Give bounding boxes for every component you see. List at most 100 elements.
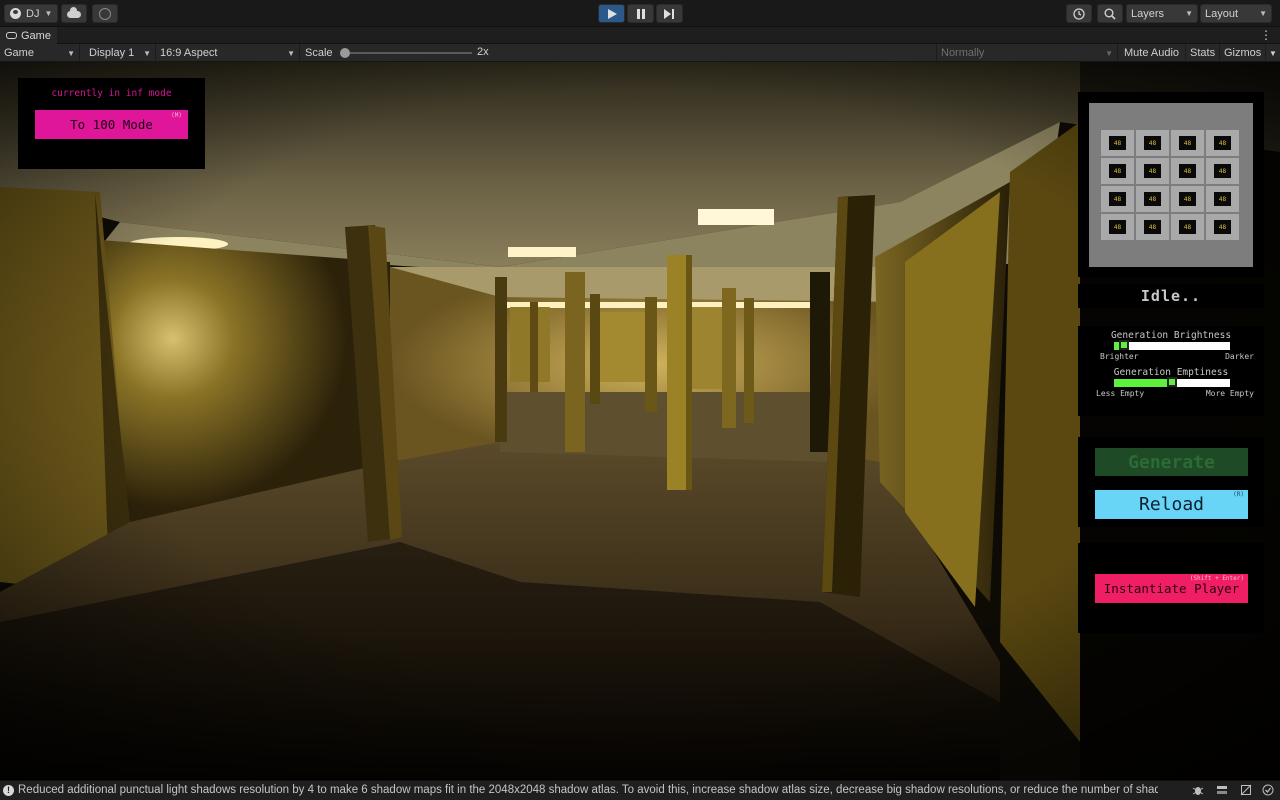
cloud-button[interactable] [61, 4, 87, 23]
minimap-panel: 48 48 48 48 48 48 48 48 48 48 48 48 48 48 48 48 [1078, 92, 1264, 277]
emptiness-slider-right-label: More Empty [1205, 389, 1254, 398]
generation-actions-panel: Generate Reload (R) [1078, 437, 1264, 527]
minimap-cell: 48 [1101, 214, 1134, 240]
mute-audio-toggle[interactable]: Mute Audio [1120, 44, 1186, 62]
minimap-cell-label: 48 [1179, 192, 1196, 206]
minimap-cell: 48 [1101, 158, 1134, 184]
minimap-cell-label: 48 [1144, 136, 1161, 150]
minimap-cell: 48 [1171, 158, 1204, 184]
kebab-menu-icon[interactable]: ⋮ [1260, 28, 1272, 42]
play-icon [607, 8, 617, 19]
gizmos-dropdown[interactable]: ▼ [1266, 44, 1280, 62]
scale-value: 2x [477, 46, 489, 58]
account-label: DJ [26, 7, 40, 20]
generate-button[interactable]: Generate [1095, 448, 1248, 476]
scale-label: Scale [305, 47, 333, 59]
minimap-cell: 48 [1206, 130, 1239, 156]
minimap-cell-label: 48 [1214, 136, 1231, 150]
console-status-bar[interactable]: ! Reduced additional punctual light shad… [0, 780, 1280, 800]
history-button[interactable] [1066, 4, 1092, 23]
instantiate-player-hint: (Shift + Enter) [1189, 575, 1244, 582]
generation-state: Idle.. [1078, 284, 1264, 308]
stats-toggle[interactable]: Stats [1186, 44, 1220, 62]
minimap-cell: 48 [1171, 130, 1204, 156]
chevron-down-icon: ▼ [287, 48, 295, 58]
warning-icon: ! [3, 785, 14, 796]
game-view-select[interactable]: Game ▼ [0, 44, 80, 62]
aspect-select-label: 16:9 Aspect [160, 47, 218, 59]
display-select[interactable]: Display 1 ▼ [85, 44, 156, 62]
layers-dropdown[interactable]: Layers ▼ [1126, 4, 1198, 23]
minimap: 48 48 48 48 48 48 48 48 48 48 48 48 48 48 48 48 [1089, 103, 1253, 267]
minimap-cell: 48 [1136, 214, 1169, 240]
scale-slider-track[interactable] [342, 52, 472, 54]
minimap-cell: 48 [1171, 186, 1204, 212]
brightness-slider-thumb[interactable] [1119, 340, 1129, 350]
gizmos-label: Gizmos [1224, 47, 1262, 59]
gamepad-icon [6, 32, 17, 39]
search-button[interactable] [1097, 4, 1123, 23]
reload-hint: (R) [1233, 491, 1244, 498]
layout-dropdown[interactable]: Layout ▼ [1200, 4, 1272, 23]
aspect-select[interactable]: 16:9 Aspect ▼ [156, 44, 300, 62]
collab-button[interactable] [92, 4, 118, 23]
pause-button[interactable] [627, 4, 654, 23]
window-tab-bar: Game ⋮ [0, 27, 1280, 44]
minimap-cell-label: 48 [1214, 220, 1231, 234]
minimap-cell: 48 [1206, 158, 1239, 184]
brightness-slider-title: Generation Brightness [1110, 330, 1232, 341]
check-icon[interactable] [1262, 784, 1274, 796]
step-button[interactable] [656, 4, 683, 23]
tab-game-label: Game [21, 29, 51, 42]
bug-icon[interactable] [1192, 784, 1204, 796]
generation-settings-panel: Generation Brightness Brighter Darker Ge… [1078, 326, 1264, 416]
minimap-grid: 48 48 48 48 48 48 48 48 48 48 48 48 48 48 48 48 [1101, 130, 1241, 240]
emptiness-slider-left-label: Less Empty [1096, 389, 1145, 398]
chevron-down-icon: ▼ [143, 48, 151, 58]
minimap-cell: 48 [1171, 214, 1204, 240]
player-panel: Instantiate Player (Shift + Enter) [1078, 543, 1264, 633]
collab-icon [99, 7, 111, 20]
gizmos-toggle[interactable]: Gizmos [1220, 44, 1266, 62]
emptiness-slider-fill [1114, 379, 1172, 387]
game-view-select-label: Game [4, 47, 34, 59]
search-icon [1104, 8, 1116, 20]
minimap-cell: 48 [1101, 186, 1134, 212]
stats-label: Stats [1190, 47, 1216, 59]
play-button[interactable] [598, 4, 625, 23]
scale-slider-thumb[interactable] [340, 48, 350, 58]
minimap-cell-label: 48 [1179, 164, 1196, 178]
minimap-cell-label: 48 [1109, 164, 1126, 178]
layout-label: Layout [1205, 7, 1239, 20]
game-viewport[interactable]: currently in inf mode To 100 Mode (M) 48… [0, 62, 1280, 780]
minimap-cell: 48 [1101, 130, 1134, 156]
minimap-cell: 48 [1136, 130, 1169, 156]
layers-icon[interactable] [1216, 784, 1228, 796]
tab-game[interactable]: Game [0, 27, 57, 44]
minimap-cell-label: 48 [1214, 164, 1231, 178]
emptiness-slider-track[interactable] [1114, 377, 1230, 387]
cloud-icon [67, 7, 81, 18]
minimap-cell: 48 [1136, 186, 1169, 212]
debug-icon[interactable] [1240, 784, 1252, 796]
play-mode-select[interactable]: Normally ▼ [936, 44, 1118, 62]
to-100-mode-hint: (M) [171, 112, 182, 119]
brightness-slider-track[interactable] [1114, 340, 1230, 350]
minimap-cell: 48 [1136, 158, 1169, 184]
brightness-slider-group: Generation Brightness Brighter Darker [1078, 330, 1264, 366]
emptiness-slider-thumb[interactable] [1167, 377, 1177, 387]
minimap-cell: 48 [1206, 186, 1239, 212]
account-dropdown[interactable]: DJ ▼ [4, 4, 58, 23]
history-icon [1073, 7, 1085, 20]
console-message: Reduced additional punctual light shadow… [18, 784, 1158, 796]
chevron-down-icon: ▼ [1105, 48, 1113, 58]
reload-button[interactable]: Reload (R) [1095, 490, 1248, 519]
chevron-down-icon: ▼ [1185, 9, 1193, 18]
brightness-slider-left-label: Brighter [1100, 352, 1139, 361]
minimap-cell-label: 48 [1179, 136, 1196, 150]
minimap-cell-label: 48 [1109, 220, 1126, 234]
to-100-mode-button[interactable]: To 100 Mode (M) [35, 110, 188, 139]
minimap-cell-label: 48 [1179, 220, 1196, 234]
instantiate-player-button[interactable]: Instantiate Player (Shift + Enter) [1095, 574, 1248, 603]
main-toolbar: DJ ▼ Layers ▼ Layout ▼ [0, 0, 1280, 27]
